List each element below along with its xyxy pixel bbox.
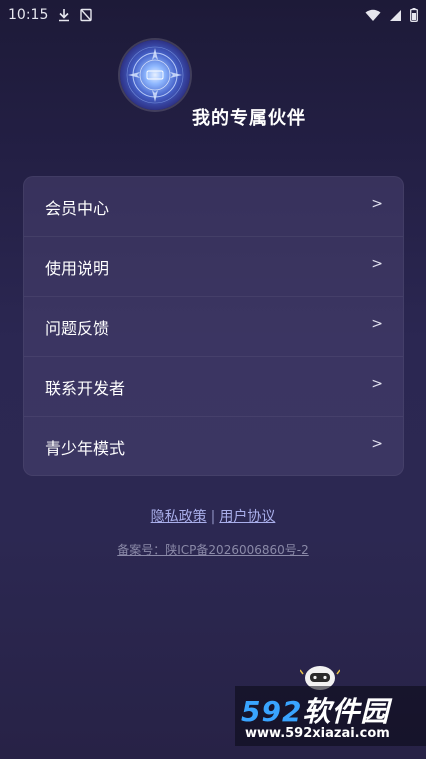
app-logo-icon bbox=[126, 46, 184, 104]
chevron-right-icon: > bbox=[371, 255, 383, 272]
watermark-brand-num: 592 bbox=[241, 695, 303, 728]
status-time: 10:15 bbox=[8, 7, 49, 23]
menu-card: 会员中心 > 使用说明 > 问题反馈 > 联系开发者 > 青少年模式 > bbox=[23, 176, 404, 476]
chevron-right-icon: > bbox=[371, 375, 383, 392]
legal-links: 隐私政策 | 用户协议 bbox=[0, 506, 426, 526]
download-icon bbox=[58, 8, 70, 22]
user-agreement-link[interactable]: 用户协议 bbox=[219, 509, 275, 525]
signal-icon bbox=[389, 9, 402, 22]
menu-item-membership[interactable]: 会员中心 > bbox=[24, 177, 403, 237]
menu-item-instructions[interactable]: 使用说明 > bbox=[24, 237, 403, 297]
chevron-right-icon: > bbox=[371, 436, 383, 452]
link-separator: | bbox=[210, 509, 216, 525]
icp-record[interactable]: 备案号：陕ICP备2026006860号-2 bbox=[0, 541, 426, 558]
wifi-icon bbox=[365, 9, 381, 22]
app-logo-avatar[interactable] bbox=[120, 40, 190, 110]
app-title: 我的专属伙伴 bbox=[192, 108, 306, 129]
image-off-icon bbox=[80, 8, 93, 22]
menu-item-contact-developer[interactable]: 联系开发者 > bbox=[24, 357, 403, 417]
menu-item-label: 问题反馈 bbox=[45, 318, 110, 338]
watermark-brand: 592软件园 bbox=[241, 690, 389, 730]
battery-icon bbox=[410, 8, 418, 22]
chevron-right-icon: > bbox=[371, 315, 383, 332]
status-right bbox=[365, 8, 418, 22]
watermark-url: www.592xiazai.com bbox=[245, 726, 390, 741]
watermark: 592软件园 www.592xiazai.com bbox=[235, 686, 426, 746]
watermark-brand-cn: 软件园 bbox=[302, 695, 390, 728]
menu-item-label: 使用说明 bbox=[45, 258, 110, 278]
status-bar: 10:15 bbox=[0, 0, 426, 30]
menu-item-feedback[interactable]: 问题反馈 > bbox=[24, 297, 403, 357]
menu-item-label: 联系开发者 bbox=[45, 378, 126, 398]
privacy-policy-link[interactable]: 隐私政策 bbox=[151, 509, 207, 525]
status-left: 10:15 bbox=[8, 7, 93, 23]
chevron-right-icon: > bbox=[371, 195, 383, 212]
menu-item-label: 青少年模式 bbox=[45, 439, 126, 458]
menu-item-label: 会员中心 bbox=[45, 198, 110, 218]
menu-item-teen-mode[interactable]: 青少年模式 > bbox=[24, 417, 403, 477]
